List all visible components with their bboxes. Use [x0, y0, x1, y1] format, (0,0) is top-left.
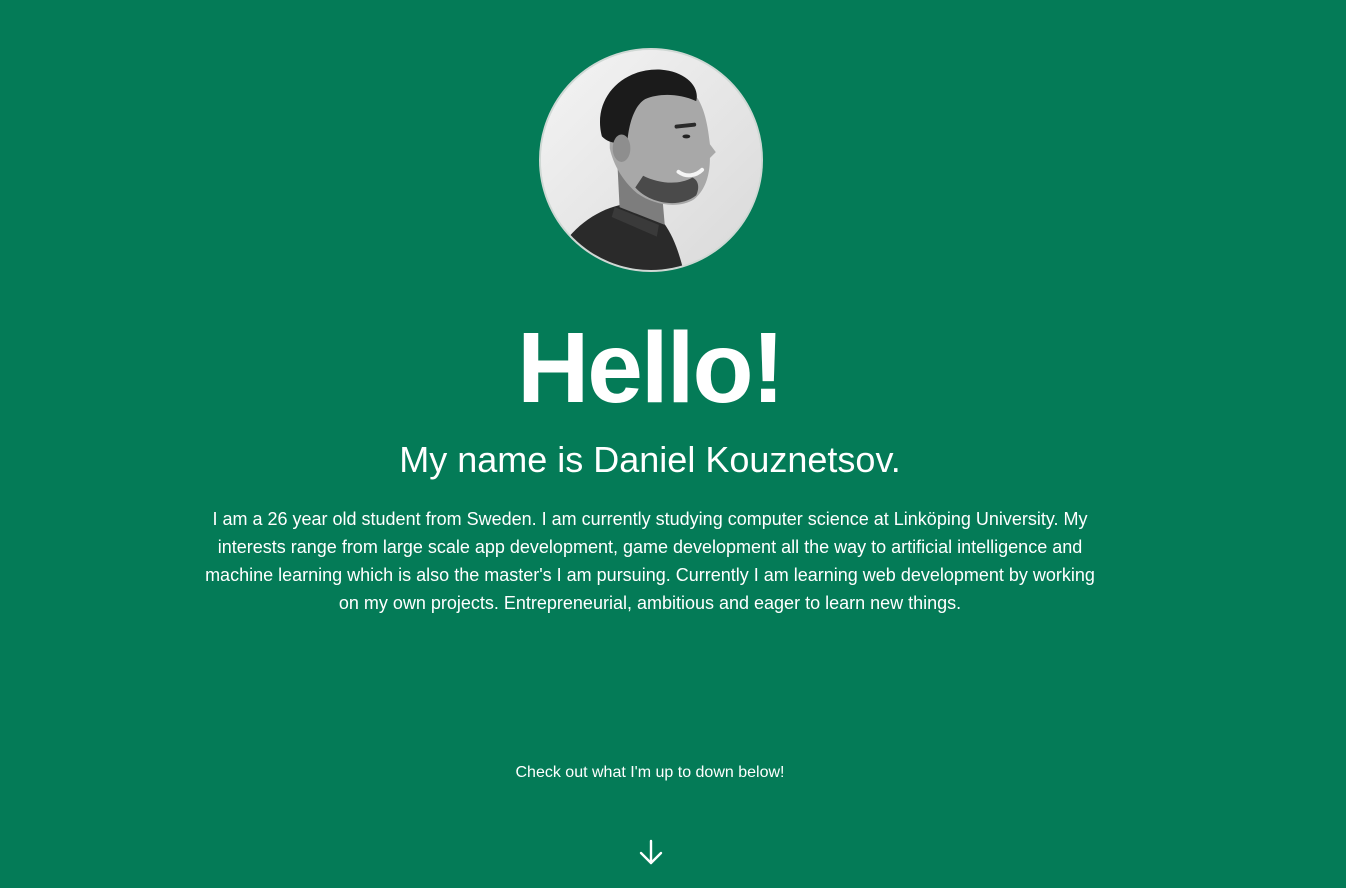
profile-photo-illustration [541, 50, 761, 270]
greeting-heading: Hello! [517, 312, 785, 424]
scroll-prompt: Check out what I'm up to down below! [515, 764, 785, 781]
profile-photo [539, 48, 763, 272]
bio-paragraph: I am a 26 year old student from Sweden. … [205, 509, 1095, 613]
name-heading: My name is Daniel Kouznetsov. [399, 439, 901, 480]
hero-section: Hello! My name is Daniel Kouznetsov. I a… [0, 0, 1346, 888]
arrow-down-icon[interactable] [636, 838, 666, 868]
arrow-down-glyph [639, 839, 663, 865]
